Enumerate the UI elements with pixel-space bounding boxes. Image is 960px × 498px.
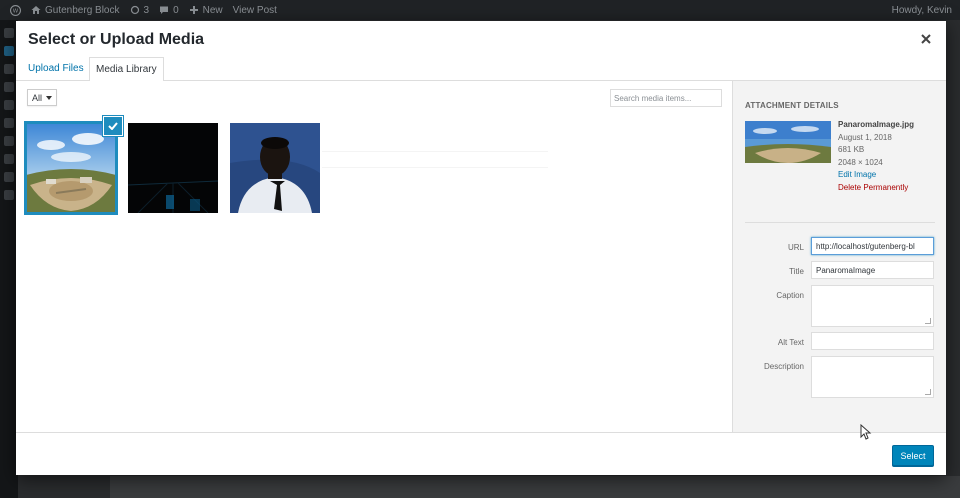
users-icon[interactable] xyxy=(4,154,14,164)
attachment-thumbnail-panorama[interactable] xyxy=(24,121,118,215)
admin-bar-comments[interactable]: 0 xyxy=(159,5,179,16)
modal-title: Select or Upload Media xyxy=(28,31,205,48)
checkmark-icon xyxy=(108,122,118,130)
posts-icon[interactable] xyxy=(4,46,14,56)
appearance-icon[interactable] xyxy=(4,118,14,128)
wp-logo-icon[interactable]: W xyxy=(10,4,21,16)
new-label: New xyxy=(202,4,223,16)
admin-bar-site[interactable]: Gutenberg Block xyxy=(31,5,120,16)
selected-check-button[interactable] xyxy=(104,117,122,135)
media-toolbar: Select xyxy=(16,432,946,475)
admin-bar-new[interactable]: New xyxy=(189,5,223,16)
updates-count: 3 xyxy=(143,4,150,16)
title-value: PanaromaImage xyxy=(816,265,876,275)
caption-textarea[interactable] xyxy=(811,285,934,327)
close-icon xyxy=(921,34,931,44)
alt-text-field[interactable] xyxy=(811,332,934,350)
admin-bar: W Gutenberg Block 3 0 New View Post Howd… xyxy=(0,0,960,20)
delete-permanently-link[interactable]: Delete Permanently xyxy=(838,182,914,195)
attachment-thumbnail-dark[interactable] xyxy=(128,123,218,213)
comments-menu-icon[interactable] xyxy=(4,100,14,110)
attachment-info: PanaromaImage.jpg August 1, 2018 681 KB … xyxy=(838,119,914,194)
description-label: Description xyxy=(763,362,804,371)
comments-count: 0 xyxy=(173,4,179,16)
admin-bar-account[interactable]: Howdy, Kevin xyxy=(892,0,952,20)
url-label: URL xyxy=(787,243,804,252)
view-post-label: View Post xyxy=(232,4,277,16)
attachment-filesize: 681 KB xyxy=(838,145,865,154)
media-router: Upload Files Media Library xyxy=(16,57,946,82)
attachment-details-heading: ATTACHMENT DETAILS xyxy=(745,101,839,110)
select-button[interactable]: Select xyxy=(892,445,934,466)
caption-label: Caption xyxy=(776,291,804,300)
panorama-preview-image xyxy=(745,121,831,163)
attachment-filename: PanaromaImage.jpg xyxy=(838,120,915,129)
filter-value: All xyxy=(32,92,43,103)
dashboard-icon[interactable] xyxy=(4,28,14,38)
plus-icon xyxy=(189,6,198,14)
attachment-date: August 1, 2018 xyxy=(838,132,892,142)
attachments-browser: All Search media items... xyxy=(16,81,732,432)
close-button[interactable] xyxy=(918,31,934,47)
dark-image xyxy=(128,123,218,213)
site-name: Gutenberg Block xyxy=(45,4,120,16)
resize-handle-icon[interactable] xyxy=(925,318,931,324)
panorama-image xyxy=(26,123,116,213)
placeholder-line xyxy=(322,151,548,152)
attachment-thumbnail-portrait[interactable] xyxy=(230,123,320,213)
attachment-details-panel: ATTACHMENT DETAILS PanaromaImage.jpg Aug… xyxy=(732,81,946,432)
tools-icon[interactable] xyxy=(4,172,14,182)
admin-content-footer-dimmed xyxy=(110,476,960,498)
admin-bar-view-post[interactable]: View Post xyxy=(233,5,277,16)
mouse-cursor-icon xyxy=(860,424,872,440)
portrait-image xyxy=(230,123,320,213)
settings-icon[interactable] xyxy=(4,190,14,200)
plugins-icon[interactable] xyxy=(4,136,14,146)
attachment-details-thumbnail xyxy=(745,121,831,163)
url-field[interactable]: http://localhost/gutenberg-bl xyxy=(811,237,934,255)
description-textarea[interactable] xyxy=(811,356,934,398)
tab-upload-files[interactable]: Upload Files xyxy=(22,57,90,81)
title-field[interactable]: PanaromaImage xyxy=(811,261,934,279)
media-icon[interactable] xyxy=(4,64,14,74)
title-label: Title xyxy=(789,267,804,276)
media-modal: Select or Upload Media Upload Files Medi… xyxy=(16,21,946,475)
tab-media-library[interactable]: Media Library xyxy=(89,57,164,82)
placeholder-line xyxy=(322,167,548,168)
comment-icon xyxy=(160,6,169,14)
admin-bar-updates[interactable]: 3 xyxy=(130,4,150,16)
pages-icon[interactable] xyxy=(4,82,14,92)
search-placeholder: Search media items... xyxy=(614,93,692,103)
edit-image-link[interactable]: Edit Image xyxy=(838,169,914,182)
home-icon xyxy=(31,6,41,14)
updates-icon xyxy=(130,5,139,15)
svg-text:W: W xyxy=(13,8,19,14)
url-value: http://localhost/gutenberg-bl xyxy=(816,241,915,251)
attachment-dimensions: 2048 × 1024 xyxy=(838,157,883,167)
search-input[interactable]: Search media items... xyxy=(610,89,722,107)
alt-text-label: Alt Text xyxy=(777,338,804,347)
howdy-text: Howdy, Kevin xyxy=(891,4,952,16)
caret-down-icon xyxy=(46,95,53,100)
details-divider xyxy=(745,222,935,223)
resize-handle-icon[interactable] xyxy=(925,389,931,395)
media-type-filter[interactable]: All xyxy=(27,89,58,106)
